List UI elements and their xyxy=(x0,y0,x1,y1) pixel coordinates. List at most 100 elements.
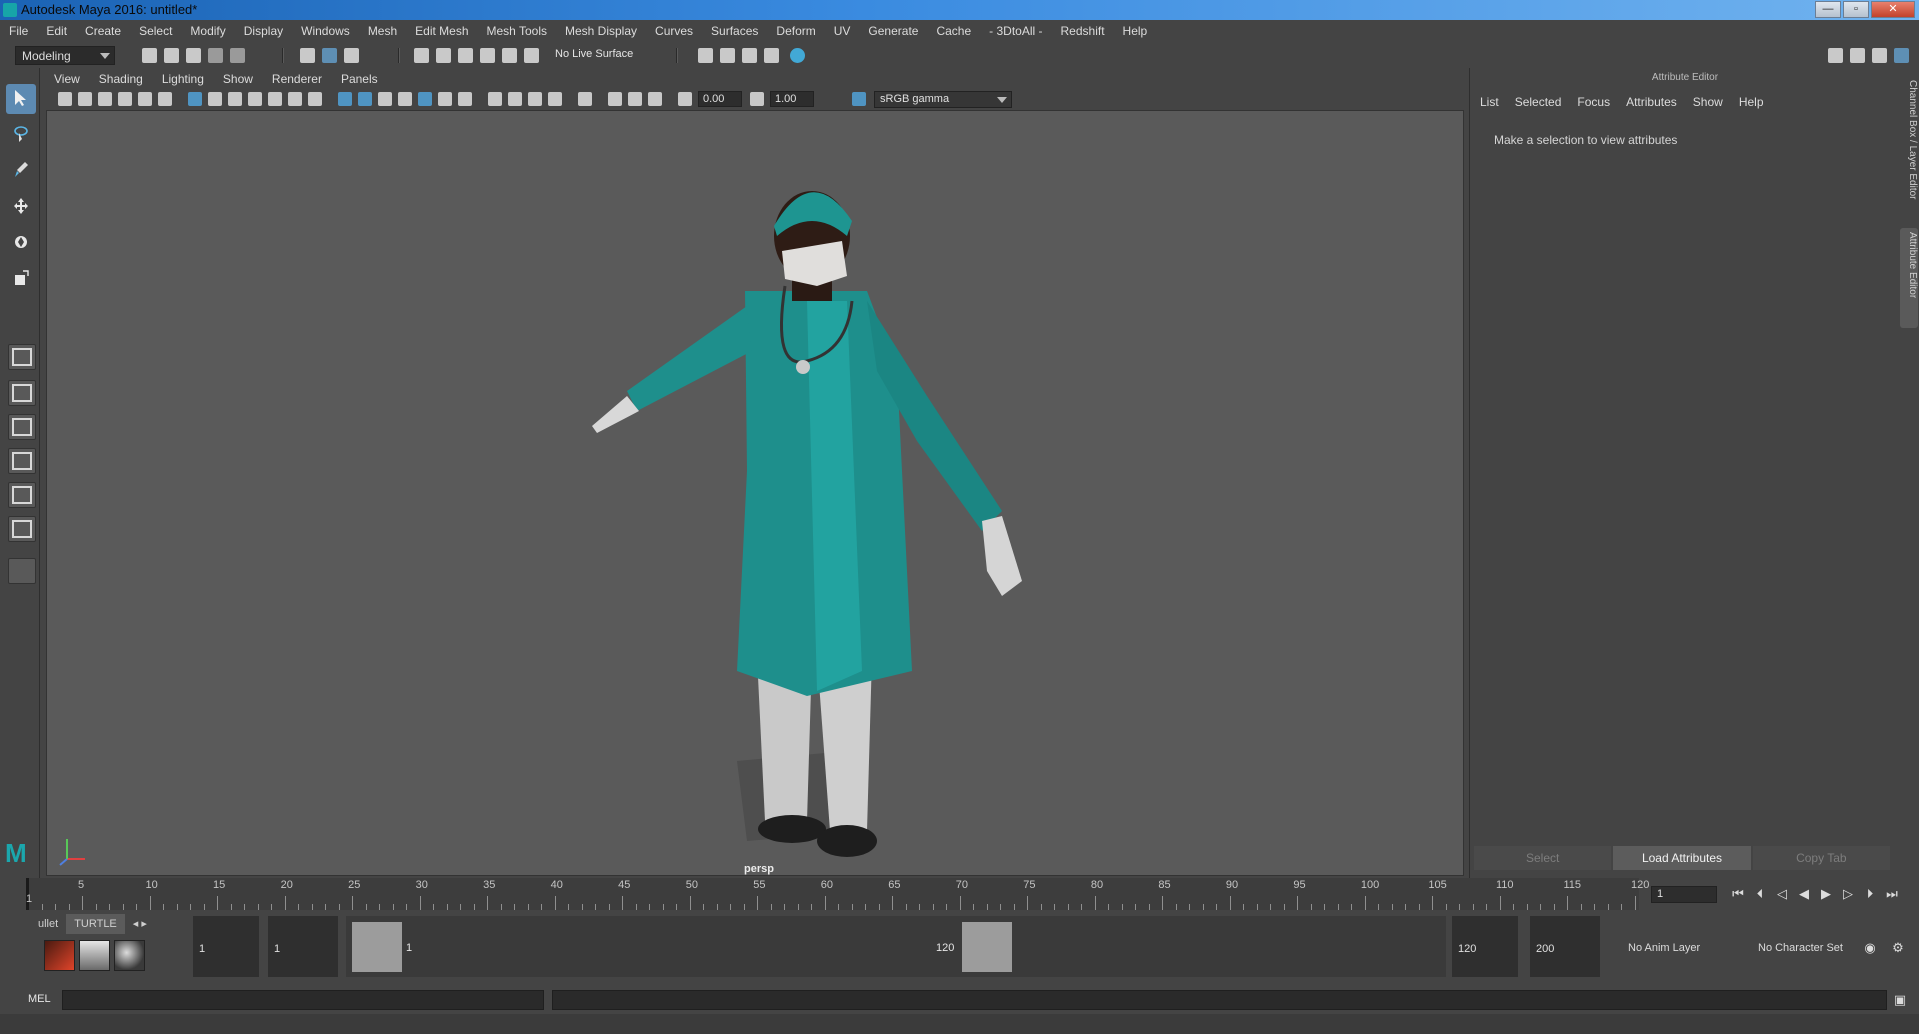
resolution-gate-icon[interactable] xyxy=(228,92,242,106)
menu-select[interactable]: Select xyxy=(139,24,172,38)
animation-preferences-icon[interactable]: ⚙ xyxy=(1890,940,1906,956)
ae-menu-help[interactable]: Help xyxy=(1739,95,1764,109)
persp-outliner-layout-button[interactable] xyxy=(8,414,36,440)
xray-icon[interactable] xyxy=(608,92,622,106)
gate-mask-icon[interactable] xyxy=(248,92,262,106)
isolate-select-icon[interactable] xyxy=(578,92,592,106)
menu-3dtoall[interactable]: - 3DtoAll - xyxy=(989,24,1042,38)
shelf-scroll-arrows-icon[interactable]: ◂ ▸ xyxy=(125,914,155,934)
range-start-handle[interactable] xyxy=(352,922,402,972)
menu-surfaces[interactable]: Surfaces xyxy=(711,24,758,38)
wireframe-icon[interactable] xyxy=(338,92,352,106)
menu-edit-mesh[interactable]: Edit Mesh xyxy=(415,24,468,38)
snap-view-plane-icon[interactable] xyxy=(480,48,495,63)
menu-mesh[interactable]: Mesh xyxy=(368,24,397,38)
ipr-render-icon[interactable] xyxy=(742,48,757,63)
snap-grid-icon[interactable] xyxy=(414,48,429,63)
ae-menu-show[interactable]: Show xyxy=(1693,95,1723,109)
select-object-icon[interactable] xyxy=(322,48,337,63)
ae-menu-attributes[interactable]: Attributes xyxy=(1626,95,1677,109)
custom-layout-button[interactable] xyxy=(8,558,36,584)
snap-point-icon[interactable] xyxy=(458,48,473,63)
exposure-icon[interactable] xyxy=(678,92,692,106)
menu-curves[interactable]: Curves xyxy=(655,24,693,38)
camera-select-icon[interactable] xyxy=(58,92,72,106)
menu-modify[interactable]: Modify xyxy=(190,24,225,38)
anti-aliasing-icon[interactable] xyxy=(528,92,542,106)
menu-mesh-tools[interactable]: Mesh Tools xyxy=(487,24,547,38)
channel-box-tab[interactable]: Channel Box / Layer Editor xyxy=(1900,76,1918,226)
menu-generate[interactable]: Generate xyxy=(868,24,918,38)
attribute-editor-toggle-icon[interactable] xyxy=(1850,48,1865,63)
persp-hypershade-layout-button[interactable] xyxy=(8,516,36,542)
modeling-toolkit-icon[interactable] xyxy=(1828,48,1843,63)
ae-menu-selected[interactable]: Selected xyxy=(1515,95,1562,109)
viewport-menu-view[interactable]: View xyxy=(54,72,80,86)
single-perspective-layout-button[interactable] xyxy=(8,344,36,370)
safe-title-icon[interactable] xyxy=(308,92,322,106)
ae-menu-focus[interactable]: Focus xyxy=(1577,95,1610,109)
step-back-frame-icon[interactable]: ⏴ xyxy=(1752,886,1768,902)
menu-edit[interactable]: Edit xyxy=(46,24,67,38)
gamma-field[interactable]: 1.00 xyxy=(770,91,814,107)
ae-menu-list[interactable]: List xyxy=(1480,95,1499,109)
four-view-layout-button[interactable] xyxy=(8,380,36,406)
snap-curve-icon[interactable] xyxy=(436,48,451,63)
menu-windows[interactable]: Windows xyxy=(301,24,350,38)
select-component-icon[interactable] xyxy=(344,48,359,63)
depth-of-field-icon[interactable] xyxy=(548,92,562,106)
shelf-tab-turtle[interactable]: TURTLE xyxy=(66,914,125,934)
time-slider[interactable]: 1 5 10 15 20 25 30 35 40 45 50 55 60 65 70 75 80 85 90 95 1… xyxy=(26,878,1649,910)
play-forwards-icon[interactable]: ▶ xyxy=(1818,886,1834,902)
menu-uv[interactable]: UV xyxy=(834,24,851,38)
two-d-pan-zoom-icon[interactable] xyxy=(138,92,152,106)
color-management-icon[interactable] xyxy=(852,92,866,106)
channel-box-toggle-icon[interactable] xyxy=(1894,48,1909,63)
menu-cache[interactable]: Cache xyxy=(936,24,971,38)
animation-start-field[interactable]: 1 xyxy=(193,916,259,977)
perspective-viewport[interactable]: persp xyxy=(46,110,1464,876)
gamma-icon[interactable] xyxy=(750,92,764,106)
textured-icon[interactable] xyxy=(418,92,432,106)
viewport-menu-renderer[interactable]: Renderer xyxy=(272,72,322,86)
select-hierarchy-icon[interactable] xyxy=(300,48,315,63)
use-all-lights-icon[interactable] xyxy=(438,92,452,106)
viewport-menu-shading[interactable]: Shading xyxy=(99,72,143,86)
menu-set-dropdown[interactable]: Modeling xyxy=(15,46,115,65)
menu-mesh-display[interactable]: Mesh Display xyxy=(565,24,637,38)
animation-end-field[interactable]: 200 xyxy=(1530,916,1600,977)
image-plane-icon[interactable] xyxy=(118,92,132,106)
default-lighting-icon[interactable] xyxy=(378,92,392,106)
playback-start-field[interactable]: 1 xyxy=(268,916,338,977)
anim-layer-dropdown[interactable]: No Anim Layer xyxy=(1622,916,1728,977)
range-end-handle[interactable] xyxy=(962,922,1012,972)
range-slider[interactable]: 1 120 xyxy=(346,916,1446,977)
play-backwards-icon[interactable]: ◀ xyxy=(1796,886,1812,902)
menu-file[interactable]: File xyxy=(9,24,28,38)
auto-key-icon[interactable]: ◉ xyxy=(1862,940,1878,956)
render-frame-icon[interactable] xyxy=(720,48,735,63)
tool-settings-toggle-icon[interactable] xyxy=(1872,48,1887,63)
outliner-persp-graph-layout-button[interactable] xyxy=(8,482,36,508)
view-transform-dropdown[interactable]: sRGB gamma xyxy=(874,91,1012,108)
step-back-key-icon[interactable]: ◁ xyxy=(1774,886,1790,902)
script-editor-icon[interactable]: ▣ xyxy=(1892,992,1908,1008)
bookmark-icon[interactable] xyxy=(98,92,112,106)
open-scene-icon[interactable] xyxy=(164,48,179,63)
field-chart-icon[interactable] xyxy=(268,92,282,106)
go-to-start-icon[interactable]: ⏮ xyxy=(1730,886,1746,902)
rotate-tool[interactable] xyxy=(6,228,36,258)
shadows-icon[interactable] xyxy=(458,92,472,106)
character-set-dropdown[interactable]: No Character Set xyxy=(1752,916,1862,977)
attribute-editor-tab[interactable]: Attribute Editor xyxy=(1900,228,1918,328)
turtle-sphere-icon[interactable] xyxy=(114,940,145,971)
smooth-shade-icon[interactable] xyxy=(358,92,372,106)
safe-action-icon[interactable] xyxy=(288,92,302,106)
xray-joints-icon[interactable] xyxy=(628,92,642,106)
menu-redshift[interactable]: Redshift xyxy=(1061,24,1105,38)
playback-end-field[interactable]: 120 xyxy=(1452,916,1518,977)
step-forward-frame-icon[interactable]: ⏵ xyxy=(1862,886,1878,902)
snap-distance-icon[interactable] xyxy=(524,48,539,63)
copy-tab-button[interactable]: Copy Tab xyxy=(1752,846,1890,870)
screen-space-ao-icon[interactable] xyxy=(488,92,502,106)
